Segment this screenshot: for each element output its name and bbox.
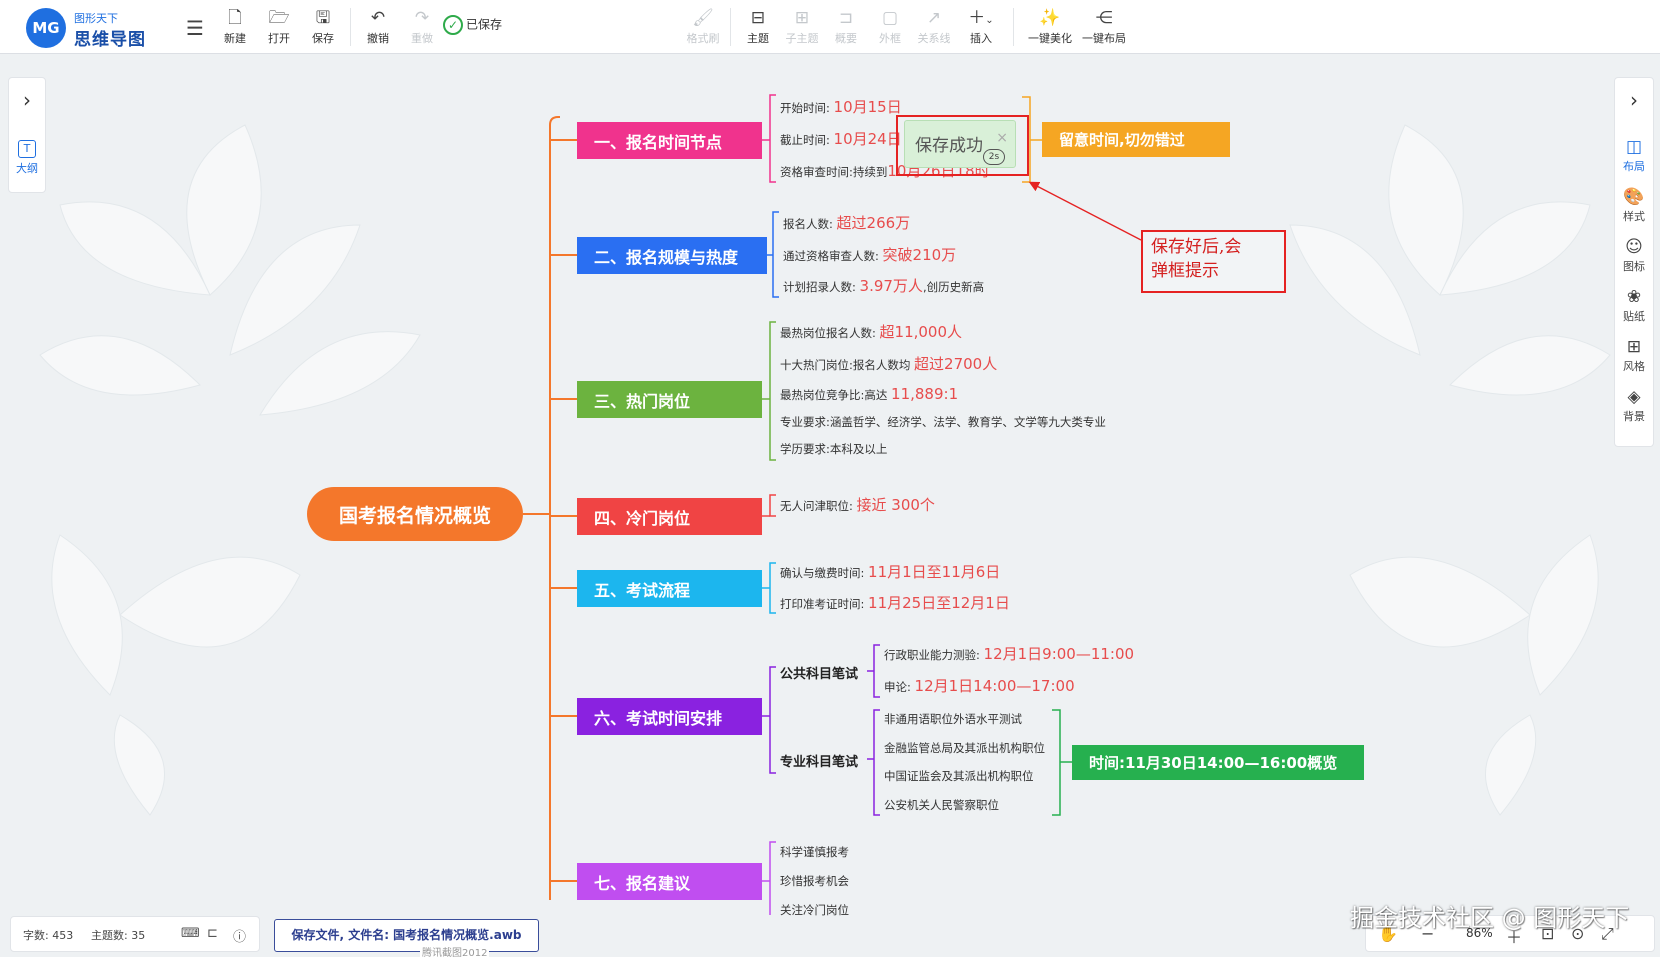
annotation-arrow [1028,181,1142,241]
format-icon[interactable]: ⊏ [207,926,218,941]
word-count: 字数: 453 [23,929,74,942]
topic-count: 主题数: 35 [91,929,146,942]
screenshot-watermark: 腾讯截图2012 [420,944,490,957]
site-watermark: 掘金技术社区 @ 图形天下 [1350,904,1630,932]
info-icon[interactable]: ⓘ [233,926,246,945]
file-saved-message: 保存文件, 文件名: 国考报名情况概览.awb [274,919,539,952]
keyboard-icon[interactable]: ⌨ [181,926,200,941]
status-bar: 字数: 453 主题数: 35 ⌨ ⊏ ⓘ [10,916,260,952]
